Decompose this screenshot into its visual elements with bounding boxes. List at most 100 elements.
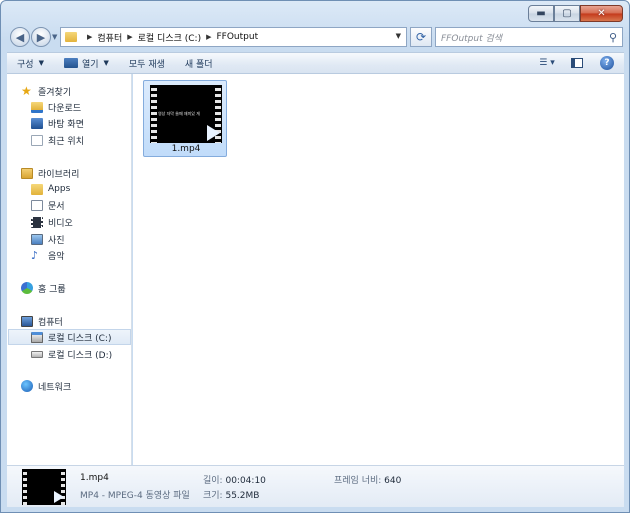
change-view-button[interactable]: ☰ ▾ — [536, 55, 558, 71]
organize-button[interactable]: 구성 ▼ — [7, 53, 54, 73]
nav-item-downloads[interactable]: 다운로드 — [31, 99, 81, 115]
nav-item-label: 로컬 디스크 (D:) — [48, 350, 113, 361]
close-icon: ✕ — [597, 7, 606, 19]
nav-item-label: 문서 — [48, 201, 65, 212]
network-icon — [21, 380, 33, 392]
new-folder-button[interactable]: 새 폴더 — [175, 53, 223, 73]
minimize-button[interactable]: ▬ — [528, 5, 554, 22]
nav-computer[interactable]: 컴퓨터 — [21, 313, 63, 329]
filmstrip-icon — [23, 469, 27, 505]
folder-icon — [65, 32, 77, 42]
nav-favorites-label: 즐겨찾기 — [38, 87, 72, 98]
nav-item-label: Apps — [48, 184, 71, 194]
address-bar[interactable]: ▶ 컴퓨터 ▶ 로컬 디스크 (C:) ▶ FFOutput ▼ — [60, 27, 407, 47]
forward-button[interactable]: ▶ — [31, 27, 51, 47]
recent-pages-dropdown[interactable]: ▼ — [52, 33, 57, 41]
details-pane: 1.mp4 MP4 - MPEG-4 동영상 파일 길이: 00:04:10 크… — [7, 465, 624, 507]
caption-buttons: ▬ ▢ ✕ — [528, 5, 623, 22]
new-folder-label: 새 폴더 — [184, 59, 213, 70]
nav-item-apps[interactable]: Apps — [31, 181, 70, 197]
nav-item-local-disk-c[interactable]: 로컬 디스크 (C:) — [8, 329, 131, 345]
breadcrumb-local-disk-c[interactable]: 로컬 디스크 (C:) — [138, 31, 201, 44]
details-size: 크기: 55.2MB — [203, 488, 259, 501]
library-icon — [21, 167, 33, 179]
folder-icon — [31, 183, 43, 195]
help-icon: ? — [600, 56, 614, 70]
play-all-button[interactable]: 모두 재생 — [119, 53, 175, 73]
refresh-button[interactable]: ⟳ — [410, 27, 432, 47]
explorer-window: ▬ ▢ ✕ ◀ ▶ ▼ ▶ 컴퓨터 ▶ 로컬 디스크 (C:) ▶ FFOutp… — [0, 0, 630, 513]
minimize-icon: ▬ — [536, 7, 546, 19]
thumbnail-subtitle: 영상 자막 쓸때 재미있 게 — [158, 111, 200, 116]
star-icon: ★ — [21, 84, 32, 98]
recent-places-icon — [31, 134, 43, 146]
file-name: 1.mp4 — [171, 144, 201, 154]
details-length: 길이: 00:04:10 — [203, 473, 266, 486]
nav-item-pictures[interactable]: 사진 — [31, 231, 65, 247]
nav-item-videos[interactable]: 비디오 — [31, 214, 73, 230]
size-label: 크기: — [203, 491, 223, 501]
search-box[interactable]: FFOutput 검색 ⚲ — [435, 27, 623, 47]
help-button[interactable]: ? — [596, 55, 618, 71]
forward-arrow-icon: ▶ — [36, 30, 46, 44]
search-icon[interactable]: ⚲ — [609, 31, 617, 44]
details-frame-width: 프레임 너비: 640 — [334, 473, 401, 486]
nav-item-local-disk-d[interactable]: 로컬 디스크 (D:) — [31, 346, 112, 362]
chevron-down-icon[interactable]: ▼ — [396, 32, 401, 40]
system-drive-icon — [31, 331, 43, 343]
nav-item-documents[interactable]: 문서 — [31, 197, 65, 213]
play-icon — [54, 491, 64, 503]
nav-item-label: 로컬 디스크 (C:) — [48, 333, 112, 344]
length-value[interactable]: 00:04:10 — [225, 476, 265, 486]
close-button[interactable]: ✕ — [580, 5, 623, 22]
chevron-down-icon: ▼ — [103, 59, 109, 67]
nav-item-recent-places[interactable]: 최근 위치 — [31, 132, 84, 148]
organize-label: 구성 — [17, 59, 34, 70]
desktop-icon — [31, 117, 43, 129]
open-button[interactable]: 열기 ▼ — [54, 53, 119, 73]
frame-width-value[interactable]: 640 — [384, 476, 401, 486]
nav-homegroup-label: 홈 그룹 — [38, 284, 66, 295]
homegroup-icon — [21, 282, 33, 294]
video-icon — [31, 216, 43, 228]
navigation-pane: ★ 즐겨찾기 다운로드 바탕 화면 최근 위치 라이브러리 Apps 문서 비디오… — [7, 74, 132, 465]
file-item-1-mp4[interactable]: 영상 자막 쓸때 재미있 게 1.mp4 — [143, 80, 227, 157]
open-label: 열기 — [81, 59, 99, 70]
nav-favorites[interactable]: ★ 즐겨찾기 — [21, 83, 71, 99]
nav-homegroup[interactable]: 홈 그룹 — [21, 280, 66, 296]
search-input[interactable]: FFOutput 검색 — [441, 31, 609, 44]
view-controls: ☰ ▾ ? — [528, 55, 618, 71]
nav-item-desktop[interactable]: 바탕 화면 — [31, 115, 84, 131]
nav-item-label: 비디오 — [48, 218, 73, 229]
preview-pane-icon — [571, 58, 583, 68]
play-all-label: 모두 재생 — [128, 59, 165, 70]
details-thumbnail — [22, 469, 66, 505]
file-list: 영상 자막 쓸때 재미있 게 1.mp4 — [133, 74, 624, 465]
length-label: 길이: — [203, 476, 223, 486]
breadcrumb-computer[interactable]: 컴퓨터 — [97, 31, 122, 44]
play-icon — [207, 125, 220, 141]
command-bar: 구성 ▼ 열기 ▼ 모두 재생 새 폴더 ☰ ▾ ? — [7, 52, 624, 74]
nav-network-label: 네트워크 — [38, 382, 72, 393]
documents-icon — [31, 199, 43, 211]
back-button[interactable]: ◀ — [10, 27, 30, 47]
refresh-icon: ⟳ — [415, 30, 427, 44]
breadcrumb-ffoutput[interactable]: FFOutput — [216, 32, 258, 42]
details-file-name: 1.mp4 — [80, 473, 109, 483]
filmstrip-icon — [151, 85, 157, 143]
maximize-button[interactable]: ▢ — [554, 5, 580, 22]
nav-network[interactable]: 네트워크 — [21, 378, 71, 394]
video-thumbnail: 영상 자막 쓸때 재미있 게 — [150, 85, 222, 143]
chevron-right-icon[interactable]: ▶ — [87, 33, 92, 41]
nav-libraries[interactable]: 라이브러리 — [21, 165, 79, 181]
chevron-down-icon: ▼ — [38, 59, 44, 67]
preview-pane-button[interactable] — [566, 55, 588, 71]
nav-libraries-label: 라이브러리 — [38, 169, 80, 180]
chevron-right-icon[interactable]: ▶ — [127, 33, 132, 41]
nav-item-music[interactable]: ♪ 음악 — [31, 247, 65, 263]
view-list-icon: ☰ ▾ — [539, 58, 555, 68]
chevron-right-icon[interactable]: ▶ — [206, 33, 211, 41]
computer-icon — [21, 315, 33, 327]
details-file-type: MP4 - MPEG-4 동영상 파일 — [80, 491, 190, 501]
drive-icon — [31, 350, 43, 358]
